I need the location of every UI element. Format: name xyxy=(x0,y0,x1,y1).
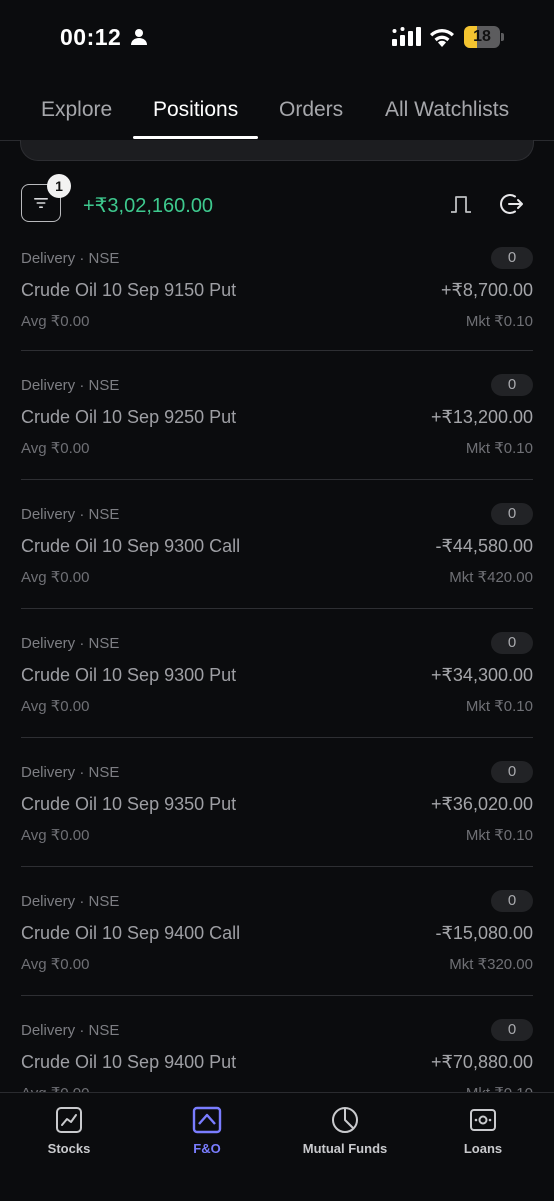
nav-label: F&O xyxy=(193,1141,221,1156)
wifi-icon xyxy=(430,29,454,47)
position-row[interactable]: Delivery · NSE 0 Crude Oil 10 Sep 9300 C… xyxy=(21,480,533,609)
status-bar: 00:12 18 xyxy=(0,0,554,76)
position-name: Crude Oil 10 Sep 9350 Put xyxy=(21,794,237,814)
position-meta: Delivery · NSE xyxy=(21,635,120,652)
nav-loans[interactable]: Loans xyxy=(414,1105,552,1156)
position-pnl: -₹44,580.00 xyxy=(435,536,533,556)
position-avg-price: Avg ₹0.00 xyxy=(21,698,90,715)
position-row[interactable]: Delivery · NSE 0 Crude Oil 10 Sep 9250 P… xyxy=(21,351,533,480)
collapsed-search-card[interactable] xyxy=(20,140,534,161)
position-pnl: +₹8,700.00 xyxy=(440,280,533,300)
position-pnl: +₹34,300.00 xyxy=(430,665,533,685)
chart-toggle-icon[interactable] xyxy=(448,191,474,217)
position-market-price: Mkt ₹0.10 xyxy=(465,827,533,844)
position-qty-badge: 0 xyxy=(491,890,533,912)
nav-label: Mutual Funds xyxy=(302,1141,388,1156)
status-time: 00:12 xyxy=(60,24,122,50)
nav-stocks[interactable]: Stocks xyxy=(0,1105,138,1156)
position-meta: Delivery · NSE xyxy=(21,893,120,910)
position-market-price: Mkt ₹420.00 xyxy=(449,569,533,586)
position-market-price: Mkt ₹0.10 xyxy=(465,313,533,330)
position-meta: Delivery · NSE xyxy=(21,1022,120,1039)
cellular-signal-icon xyxy=(392,27,421,46)
position-meta: Delivery · NSE xyxy=(21,764,120,781)
position-pnl: +₹13,200.00 xyxy=(430,407,533,427)
position-row[interactable]: Delivery · NSE 0 Crude Oil 10 Sep 9350 P… xyxy=(21,738,533,867)
position-avg-price: Avg ₹0.00 xyxy=(21,827,90,844)
position-qty-badge: 0 xyxy=(491,374,533,396)
position-meta: Delivery · NSE xyxy=(21,250,120,267)
tab-positions[interactable]: Positions xyxy=(153,98,238,122)
top-tabs: Explore Positions Orders All Watchlists xyxy=(0,84,554,141)
position-name: Crude Oil 10 Sep 9300 Put xyxy=(21,665,237,685)
position-pnl: +₹36,020.00 xyxy=(430,794,533,814)
nav-label: Stocks xyxy=(47,1141,91,1156)
tab-orders[interactable]: Orders xyxy=(279,98,343,122)
position-row[interactable]: Delivery · NSE 0 Crude Oil 10 Sep 9400 C… xyxy=(21,867,533,996)
tab-all-watchlists[interactable]: All Watchlists xyxy=(385,98,509,122)
active-tab-indicator xyxy=(133,136,258,139)
nav-mutual-funds[interactable]: Mutual Funds xyxy=(276,1105,414,1156)
loans-cash-icon xyxy=(470,1109,496,1131)
position-market-price: Mkt ₹320.00 xyxy=(449,956,533,973)
position-qty-badge: 0 xyxy=(491,632,533,654)
position-qty-badge: 0 xyxy=(491,503,533,525)
position-market-price: Mkt ₹0.10 xyxy=(466,1084,533,1092)
position-name: Crude Oil 10 Sep 9300 Call xyxy=(21,536,241,556)
fno-chart-icon xyxy=(192,1106,222,1134)
bottom-navigation: Stocks F&O Mutual Funds Loans xyxy=(0,1092,554,1201)
position-avg-price: Avg ₹0.00 xyxy=(21,956,90,973)
position-name: Crude Oil 10 Sep 9400 Call xyxy=(21,923,241,943)
position-qty-badge: 0 xyxy=(491,247,533,269)
nav-label: Loans xyxy=(463,1141,503,1156)
position-avg-price: Avg ₹0.00 xyxy=(21,440,90,457)
battery-level: 18 xyxy=(473,28,491,45)
position-name: Crude Oil 10 Sep 9150 Put xyxy=(21,280,237,300)
position-name: Crude Oil 10 Sep 9250 Put xyxy=(21,407,237,427)
position-pnl: +₹70,880.00 xyxy=(430,1052,533,1072)
position-row[interactable]: Delivery · NSE 0 Crude Oil 10 Sep 9150 P… xyxy=(21,224,533,351)
position-avg-price: Avg ₹0.00 xyxy=(21,569,90,586)
position-pnl: -₹15,080.00 xyxy=(435,923,533,943)
position-meta: Delivery · NSE xyxy=(21,506,120,523)
person-icon xyxy=(131,29,147,45)
nav-fno[interactable]: F&O xyxy=(138,1105,276,1156)
position-qty-badge: 0 xyxy=(491,761,533,783)
position-qty-badge: 0 xyxy=(491,1019,533,1041)
total-pnl: +₹3,02,160.00 xyxy=(83,195,214,217)
position-row[interactable]: Delivery · NSE 0 Crude Oil 10 Sep 9300 P… xyxy=(21,609,533,738)
position-name: Crude Oil 10 Sep 9400 Put xyxy=(21,1052,237,1072)
position-row[interactable]: Delivery · NSE 0 Crude Oil 10 Sep 9400 P… xyxy=(21,996,533,1092)
pie-chart-icon xyxy=(332,1107,358,1133)
battery-indicator: 18 xyxy=(464,26,504,48)
positions-list: Delivery · NSE 0 Crude Oil 10 Sep 9150 P… xyxy=(0,224,554,1092)
filter-count-badge: 1 xyxy=(47,174,71,198)
exit-positions-icon[interactable] xyxy=(498,190,526,218)
position-meta: Delivery · NSE xyxy=(21,377,120,394)
position-market-price: Mkt ₹0.10 xyxy=(465,698,533,715)
position-avg-price: Avg ₹0.00 xyxy=(21,1084,89,1092)
position-avg-price: Avg ₹0.00 xyxy=(21,313,90,330)
position-market-price: Mkt ₹0.10 xyxy=(465,440,533,457)
tab-explore[interactable]: Explore xyxy=(41,98,112,122)
filter-icon xyxy=(34,198,48,208)
stocks-chart-icon xyxy=(56,1107,82,1133)
